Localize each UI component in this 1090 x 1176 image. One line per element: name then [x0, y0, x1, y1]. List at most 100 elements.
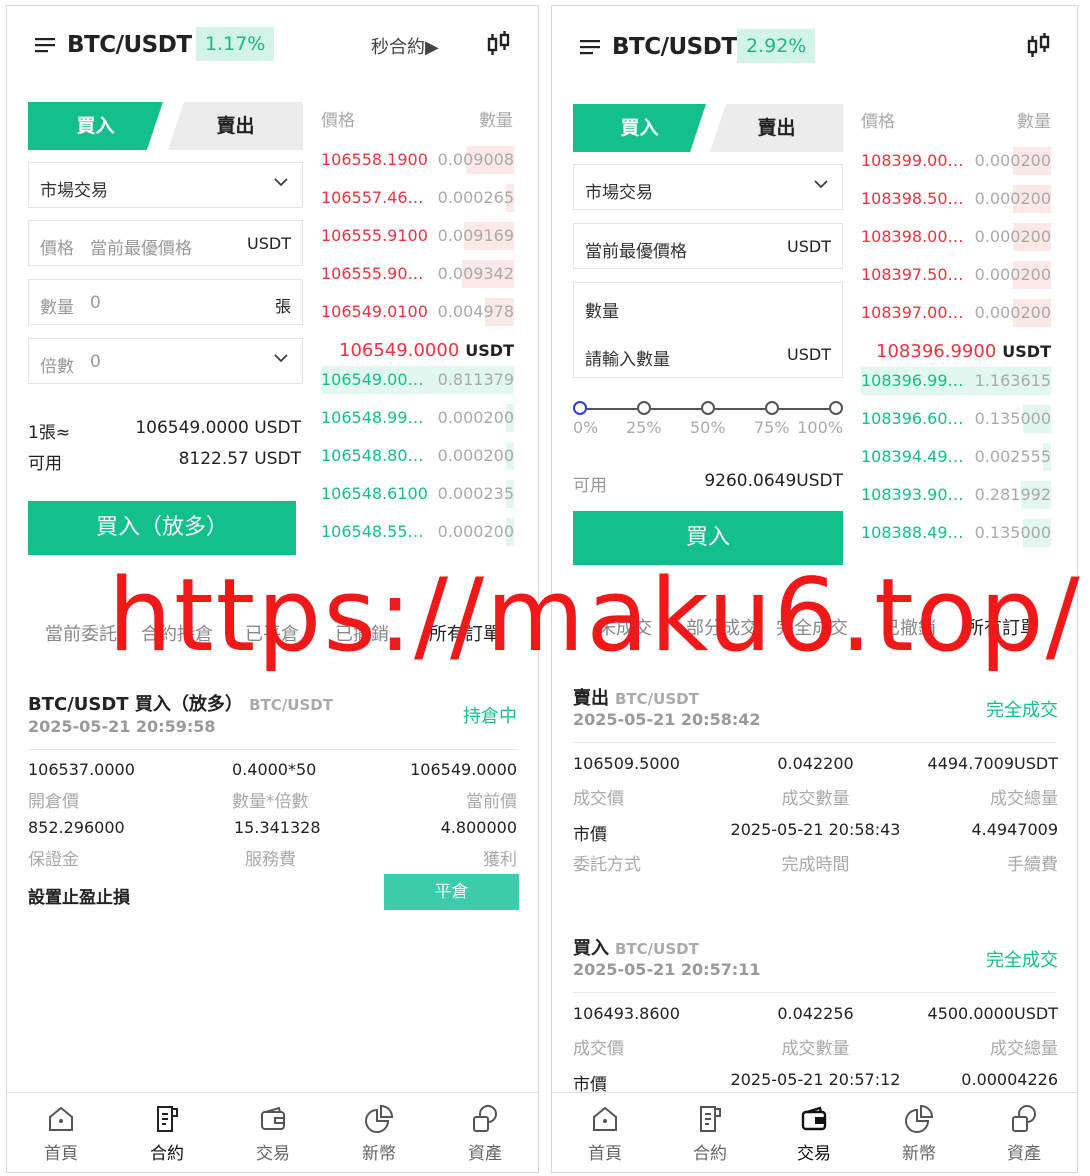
margin-label: 保證金 [28, 850, 79, 870]
leverage-label: 倍數 [40, 357, 74, 377]
quantity-field[interactable]: 數量 0 張 [28, 279, 303, 325]
close-position-button[interactable]: 平倉 [384, 874, 519, 910]
ask-price: 106549.0100 [321, 302, 428, 321]
bid-price: 106549.00… [321, 370, 424, 389]
wallet-icon [261, 1106, 285, 1130]
ask-row[interactable]: 106549.0100 0.004978 [321, 298, 514, 326]
divider [573, 742, 1056, 743]
pie-chart-icon [365, 1104, 394, 1133]
current-price-label: 當前價 [466, 792, 517, 812]
chevron-down-icon [274, 354, 288, 363]
quantity-label: 數量 [40, 298, 74, 318]
ask-price: 106555.9100 [321, 226, 428, 245]
nav-home[interactable]: 首頁 [575, 1103, 635, 1164]
order-type-value: 市場交易 [40, 181, 108, 201]
r2-cell-2: 4.4947009 [971, 820, 1058, 839]
nav-contract-label: 合約 [150, 1144, 184, 1164]
buy-long-button[interactable]: 買入（放多） [28, 501, 296, 555]
wallet-icon [801, 1106, 827, 1131]
leverage-value: 0 [90, 352, 101, 372]
nav-assets[interactable]: 資產 [455, 1103, 515, 1164]
nav-contract[interactable]: 合約 [680, 1103, 740, 1164]
lot-value: 106549.0000 USDT [135, 418, 301, 438]
order-type-select[interactable]: 市場交易 [28, 162, 303, 208]
ask-row[interactable]: 106555.9100 0.009169 [321, 222, 514, 250]
tab-sell[interactable]: 賣出 [168, 102, 303, 150]
nav-new-coin[interactable]: 新幣 [889, 1103, 949, 1164]
ask-price: 106558.1900 [321, 150, 428, 169]
r2l-cell-2: 手續費 [1007, 855, 1058, 875]
quantity-value: 0 [90, 293, 101, 313]
ask-row[interactable]: 106558.1900 0.009008 [321, 146, 514, 174]
bid-price: 106548.80… [321, 446, 424, 465]
pair-title[interactable]: BTC/USDT [67, 32, 192, 58]
bid-row[interactable]: 106549.00… 0.811379 [321, 366, 514, 394]
r2-cell-2: 0.00004226 [961, 1070, 1058, 1089]
bid-row[interactable]: 106548.80… 0.000200 [321, 442, 514, 470]
order-status: 完全成交 [986, 700, 1058, 721]
price-value: 當前最優價格 [90, 239, 192, 259]
watermark-url: https://maku6.top/ [108, 556, 1082, 674]
home-icon [49, 1106, 73, 1131]
nav-contract-label: 合約 [693, 1144, 727, 1164]
nav-trade-label: 交易 [797, 1144, 831, 1164]
order-title-text: BTC/USDT 買入（放多） [28, 694, 243, 715]
nav-trade-label: 交易 [256, 1144, 290, 1164]
ask-qty: 0.000265 [437, 188, 514, 207]
second-contract-link[interactable]: 秒合約▶ [371, 33, 439, 59]
order-pair: BTC/USDT [615, 690, 699, 708]
contract-icon [700, 1106, 721, 1132]
mid-price: 106549.0000 [339, 340, 460, 361]
bid-row[interactable]: 106548.99… 0.000200 [321, 404, 514, 432]
orderbook: 106558.1900 0.009008 106557.46… 0.000265 106… [321, 146, 514, 566]
nav-new-coin-label: 新幣 [362, 1144, 396, 1164]
candlestick-chart-icon[interactable] [485, 30, 513, 62]
r2l-cell-1: 完成時間 [781, 855, 850, 875]
ask-qty: 0.009169 [437, 226, 514, 245]
lot-label: 1張≈ [28, 423, 71, 443]
ask-price: 106557.46… [321, 188, 424, 207]
leverage-select[interactable]: 倍數 0 [28, 338, 303, 384]
tab-buy[interactable]: 買入 [28, 102, 163, 150]
nav-new-coin[interactable]: 新幣 [349, 1103, 409, 1164]
nav-assets-label: 資產 [468, 1144, 502, 1164]
nav-home[interactable]: 首頁 [31, 1103, 91, 1164]
ask-row[interactable]: 106555.90… 0.009342 [321, 260, 514, 288]
order-title: 買入 BTC/USDT [573, 934, 699, 960]
ask-row[interactable]: 106557.46… 0.000265 [321, 184, 514, 212]
bid-qty: 0.000200 [437, 522, 514, 541]
price-field[interactable]: 價格 當前最優價格 USDT [28, 220, 303, 266]
ask-qty: 0.004978 [437, 302, 514, 321]
open-price-label: 開倉價 [28, 792, 79, 812]
nav-trade[interactable]: 交易 [784, 1103, 844, 1164]
bottom-nav: 首頁 合約 交易 新幣 資產 [552, 1092, 1077, 1172]
orderbook-price-header: 價格 [321, 111, 355, 131]
nav-contract[interactable]: 合約 [137, 1103, 197, 1164]
menu-icon[interactable] [35, 36, 55, 59]
assets-icon [473, 1105, 497, 1132]
divider [28, 749, 519, 750]
bid-row[interactable]: 106548.6100 0.000235 [321, 480, 514, 508]
bid-price: 106548.55… [321, 522, 424, 541]
home-icon [593, 1106, 617, 1131]
r1l-cell-2: 成交總量 [990, 1039, 1058, 1059]
order-title: BTC/USDT 買入（放多） BTC/USDT [28, 690, 333, 716]
ask-qty: 0.009342 [437, 264, 514, 283]
order-side: 賣出 [573, 688, 609, 709]
tab-1[interactable]: 當前委託 [45, 620, 117, 646]
current-price: 106549.0000 [410, 760, 517, 779]
profit-value: 4.800000 [440, 818, 517, 837]
assets-icon [1012, 1105, 1036, 1132]
nav-assets[interactable]: 資產 [994, 1103, 1054, 1164]
nav-trade[interactable]: 交易 [243, 1103, 303, 1164]
available-value: 8122.57 USDT [178, 449, 301, 469]
set-tp-sl-link[interactable]: 設置止盈止損 [28, 883, 130, 908]
nav-home-label: 首頁 [588, 1144, 622, 1164]
open-price: 106537.0000 [28, 760, 135, 779]
mid-price-row: 106549.0000 USDT [339, 337, 514, 365]
quantity-unit: 張 [274, 297, 291, 316]
fee-value: 15.341328 [234, 818, 321, 837]
r1-cell-2: 4500.0000USDT [927, 1004, 1058, 1023]
bid-row[interactable]: 106548.55… 0.000200 [321, 518, 514, 546]
bid-price: 106548.6100 [321, 484, 428, 503]
